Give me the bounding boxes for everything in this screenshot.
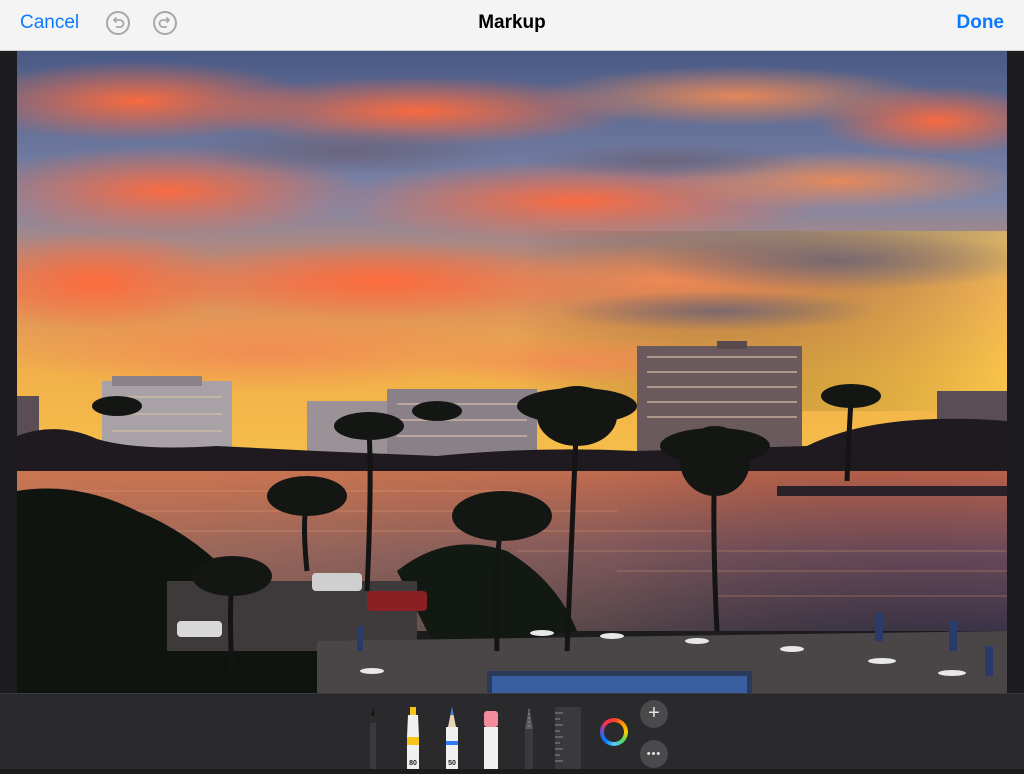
pencil-tool[interactable]: 50 — [442, 707, 462, 769]
highlighter-width-label: 80 — [409, 760, 417, 767]
markup-navbar: Cancel Markup Done — [0, 0, 1024, 51]
done-button[interactable]: Done — [957, 12, 1005, 34]
color-wheel-icon — [604, 722, 624, 742]
lasso-tool[interactable] — [520, 707, 538, 769]
photo-image — [17, 51, 1007, 693]
color-picker-button[interactable] — [600, 718, 628, 746]
markup-canvas[interactable] — [0, 51, 1024, 693]
highlighter-tool[interactable]: 80 — [403, 707, 423, 769]
pen-icon — [370, 707, 376, 769]
pen-tool[interactable] — [364, 707, 382, 769]
ruler-tool[interactable] — [555, 707, 581, 769]
page-title: Markup — [478, 12, 546, 33]
tool-palette: 80 50 + ••• — [0, 693, 1024, 769]
lasso-icon — [525, 707, 533, 769]
more-button[interactable]: ••• — [640, 740, 668, 768]
ruler-icon — [555, 707, 581, 769]
eraser-tool[interactable] — [481, 711, 501, 769]
eraser-icon — [484, 711, 498, 769]
add-button[interactable]: + — [640, 700, 668, 728]
sunset-photo[interactable] — [17, 51, 1007, 693]
pencil-width-label: 50 — [448, 760, 456, 767]
